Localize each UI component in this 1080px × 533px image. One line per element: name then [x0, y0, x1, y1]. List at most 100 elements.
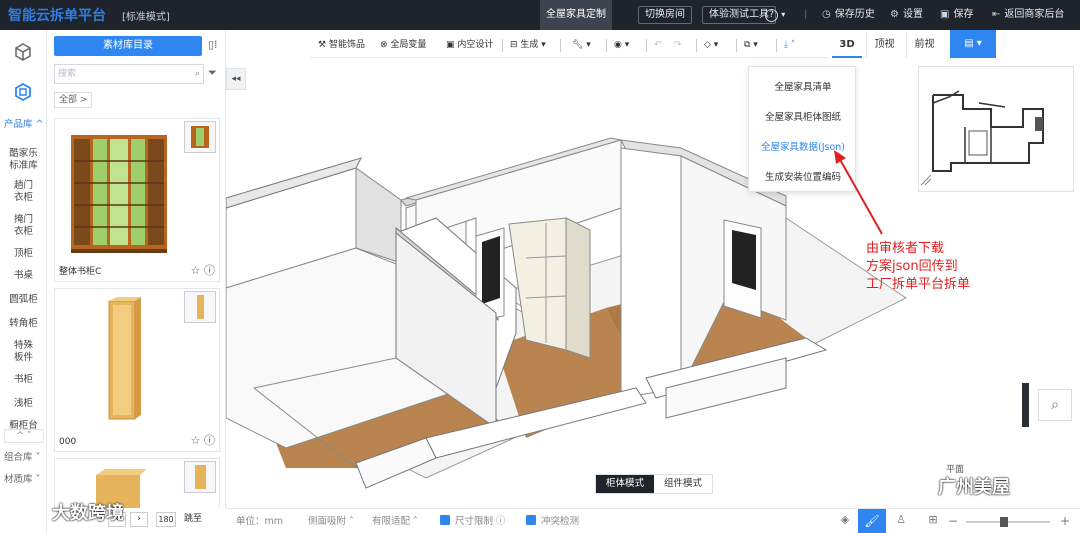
scroll-arrows[interactable]: ^ ˅	[4, 429, 44, 443]
help-button[interactable]: ? ▾	[765, 0, 785, 30]
global-vars-button[interactable]: ⊗ 全局变量	[380, 32, 426, 58]
interior-design-button[interactable]: ▣ 内空设计	[446, 32, 493, 58]
tab-whole-house-furniture[interactable]: 全屋家具定制	[540, 0, 612, 30]
menu-item-furniture-list[interactable]: 全屋家具清单	[749, 79, 857, 93]
paint-tool-icon[interactable]: 🖌︎	[858, 509, 886, 533]
category-item[interactable]: 书桌	[0, 270, 47, 282]
collision-checkbox[interactable]: 冲突检测	[526, 509, 579, 533]
copy-dropdown[interactable]: ⧉ ▾	[744, 32, 758, 58]
floorplan-minimap[interactable]	[918, 66, 1074, 192]
main-toolbar: ⚒ 智能饰品 ⊗ 全局变量 ▣ 内空设计 ⊟ 生成 ▾ 🔧︎ ▾ ◉ ▾ ↶ ↷…	[310, 32, 828, 58]
view-dropdown[interactable]: ◉ ▾	[614, 32, 629, 58]
product-card[interactable]: 整体书柜C ☆ ⓘ	[54, 118, 220, 282]
help-icon: ?	[765, 9, 778, 22]
cube-icon[interactable]	[13, 42, 33, 62]
product-library-header[interactable]: 产品库 ^	[4, 116, 44, 130]
box-view-icon[interactable]: ◈	[836, 513, 854, 530]
cabinet-mode-button[interactable]: 柜体模式	[596, 475, 654, 493]
watermark-left: 大数跨境	[52, 503, 124, 524]
component-mode-button[interactable]: 组件模式	[654, 475, 712, 493]
category-item[interactable]: 转角柜	[0, 318, 47, 330]
star-icon[interactable]: ☆	[191, 434, 201, 447]
return-label: 返回商家后台	[1004, 9, 1065, 20]
generate-dropdown[interactable]: ⊟ 生成 ▾	[510, 32, 546, 58]
interior-design-label: 内空设计	[457, 40, 494, 50]
search-icon[interactable]: ⌕	[195, 65, 200, 83]
settings-button[interactable]: ⚙ 设置	[890, 0, 923, 30]
next-page-button[interactable]: ›	[130, 512, 148, 527]
size-limit-checkbox[interactable]: 尺寸限制 ⓘ	[440, 509, 506, 533]
category-item[interactable]: 浅柜	[0, 398, 47, 410]
chevron-down-icon: ▾	[781, 10, 786, 19]
product-card[interactable]: 000 ☆ ⓘ	[54, 288, 220, 452]
layout-toggle-icon[interactable]: ▯⁞	[208, 38, 218, 51]
category-item[interactable]: 顶柜	[0, 248, 47, 260]
variant-thumbnail[interactable]	[184, 291, 216, 323]
collision-label: 冲突检测	[541, 516, 580, 527]
breadcrumb[interactable]: 全部 >	[54, 92, 93, 108]
side-handle[interactable]	[1022, 383, 1029, 427]
redo-icon: ↷	[674, 40, 682, 50]
product-library-label: 产品库	[4, 119, 33, 130]
category-item[interactable]: 圆弧柜	[0, 294, 47, 306]
save-history-label: 保存历史	[834, 9, 875, 20]
annotation-line: 工厂拆单平台拆单	[866, 277, 971, 292]
goto-label: 跳至	[184, 514, 203, 524]
star-icon[interactable]: ☆	[191, 264, 201, 277]
annotation-arrow	[834, 150, 883, 235]
combo-library-item[interactable]: 组合库 ˅	[4, 449, 40, 463]
page-input[interactable]: 180	[156, 512, 176, 527]
category-item[interactable]: 特殊 板件	[0, 340, 47, 364]
eraser-dropdown[interactable]: ◇ ▾	[704, 32, 718, 58]
help-icon[interactable]: ⓘ	[496, 516, 506, 527]
search-input[interactable]: 搜索 ⌕	[54, 64, 204, 84]
download-dropdown[interactable]: ⤓ ˄	[784, 32, 795, 58]
limited-adapt-dropdown[interactable]: 有限适配 ˄	[372, 509, 418, 533]
info-icon[interactable]: ⓘ	[204, 434, 215, 447]
return-button[interactable]: ⇤ 返回商家后台	[992, 0, 1064, 30]
save-history-button[interactable]: ◷ 保存历史	[822, 0, 875, 30]
chevron-up-icon: ^	[35, 119, 44, 130]
zoom-in-icon[interactable]: +	[1060, 509, 1070, 533]
size-limit-label: 尺寸限制	[455, 516, 494, 527]
side-adsorb-dropdown[interactable]: 侧面吸附 ˄	[308, 509, 354, 533]
checkbox-icon	[440, 515, 450, 525]
zoom-out-icon[interactable]: −	[948, 509, 958, 533]
zoom-slider-handle[interactable]	[1000, 517, 1008, 527]
menu-item-cabinet-drawing[interactable]: 全屋家具柜体图纸	[749, 109, 857, 123]
zoom-slider[interactable]	[966, 517, 1050, 527]
smart-decor-button[interactable]: ⚒ 智能饰品	[318, 32, 365, 58]
category-item[interactable]: 趟门 衣柜	[0, 180, 47, 204]
material-catalog-button[interactable]: 素材库目录	[54, 36, 202, 56]
save-button[interactable]: ▣ 保存	[940, 0, 973, 30]
category-item[interactable]: 书柜	[0, 374, 47, 386]
side-zoom-tool: ⌕	[1022, 383, 1080, 427]
variant-thumbnail[interactable]	[184, 461, 216, 493]
filter-icon[interactable]: ⏷	[208, 66, 217, 80]
product-library-icon[interactable]	[13, 82, 33, 102]
switch-room-button[interactable]: 切换房间	[638, 6, 692, 24]
info-icon[interactable]: ⓘ	[204, 264, 215, 277]
redo-button[interactable]: ↷	[674, 32, 682, 58]
person-icon[interactable]: ♙	[892, 513, 910, 530]
tab-front-view[interactable]: 前视	[906, 32, 942, 58]
divider	[776, 39, 777, 52]
tools-dropdown[interactable]: 🔧︎ ▾	[572, 32, 591, 58]
wrench-icon: 🔧︎	[572, 40, 584, 50]
material-library-label: 材质库	[4, 474, 33, 485]
watermark-right: 广州美屋	[938, 477, 1010, 498]
category-item[interactable]: 酷家乐 标准库	[0, 148, 47, 172]
combo-library-label: 组合库	[4, 452, 33, 463]
category-item[interactable]: 掩门 衣柜	[0, 214, 47, 238]
material-library-item[interactable]: 材质库 ˅	[4, 471, 40, 485]
tab-3d[interactable]: 3D	[832, 32, 862, 58]
globe-icon: ⊗	[380, 40, 388, 50]
zoom-search-icon[interactable]: ⌕	[1038, 389, 1072, 421]
product-name: 整体书柜C	[59, 267, 102, 277]
bookcase-thumbnail	[57, 121, 181, 261]
variant-thumbnail[interactable]	[184, 121, 216, 153]
checklist-button[interactable]: ▤ ▾	[950, 30, 996, 58]
fit-view-icon[interactable]: ⊞	[924, 513, 942, 530]
undo-button[interactable]: ↶	[654, 32, 662, 58]
tab-top-view[interactable]: 顶视	[866, 32, 902, 58]
